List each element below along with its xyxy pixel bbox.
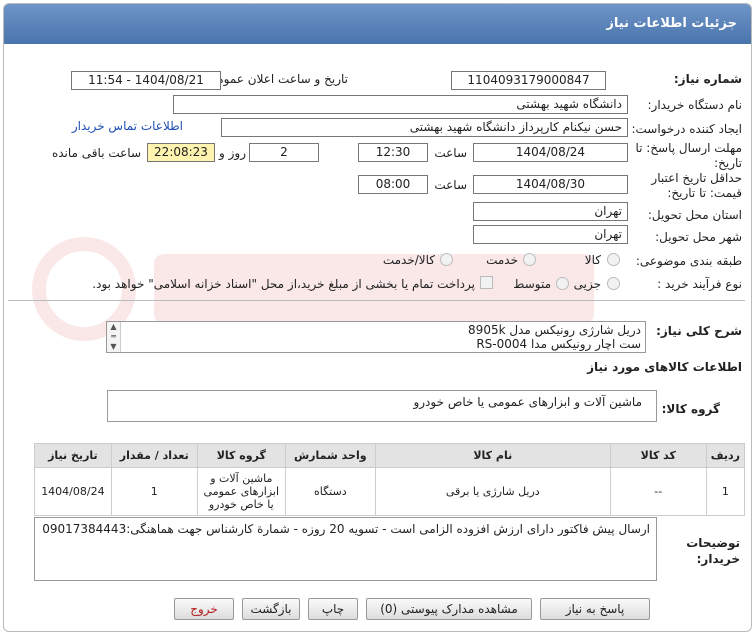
notes-label-2: خریدار: [696,552,740,566]
treasury-payment-checkbox[interactable] [480,276,493,289]
announce-label: تاریخ و ساعت اعلان عمومی: [203,72,348,86]
deadline-time-field: 12:30 [358,143,428,162]
deadline-time-label: ساعت [434,146,467,160]
items-table: ردیف کد کالا نام کالا واحد شمارش گروه کا… [34,443,746,516]
goods-group-label: گروه کالا: [661,402,720,416]
need-desc-label: شرح کلی نیاز: [656,324,742,338]
need-desc-line2: ست اچار رونیکس مدا RS-0004 [476,337,641,351]
need-number-field: 1104093179000847 [451,71,606,90]
validity-label-2: قیمت: تا تاریخ: [667,186,742,200]
category-option-goods-service: کالا/خدمت [382,253,435,267]
buyer-label: نام دستگاه خریدار: [647,98,743,112]
category-option-goods: کالا [584,253,601,267]
validity-time-label: ساعت [434,178,467,192]
notes-field: ارسال پیش فاکتور دارای ارزش افزوده الزام… [34,517,657,581]
cell-unit: دستگاه [284,467,376,516]
reply-button[interactable]: پاسخ به نیاز [540,598,650,620]
cell-group-line2: ابزارهای عمومی [203,485,280,498]
contact-buyer-link[interactable]: اطلاعات تماس خریدار [72,119,183,133]
cell-date: 1404/08/24 [34,467,112,516]
need-number-label: شماره نیاز: [673,72,742,86]
purchase-type-label: نوع فرآیند خرید : [657,277,742,291]
th-code: کد کالا [609,443,707,468]
cell-group-line1: ماشین آلات و [210,472,273,485]
cell-code: -- [609,467,707,516]
cell-qty: 1 [110,467,198,516]
deadline-label-2: تاریخ: [714,156,742,170]
th-index: ردیف [705,443,746,468]
creator-label: ایجاد کننده درخواست: [631,122,742,136]
notes-label: توضیحات [686,536,740,550]
deadline-label: مهلت ارسال پاسخ: تا [635,141,742,155]
goods-section-title: اطلاعات کالاهای مورد نیاز [587,360,742,374]
deadline-date-field: 1404/08/24 [473,143,628,162]
purchase-option-minor: جزیی [573,277,601,291]
category-radio-goods[interactable] [607,253,620,266]
page-header: جزئیات اطلاعات نیاز [4,4,751,44]
th-qty: تعداد / مقدار [110,443,198,468]
cell-group-line3: یا خاص خودرو [208,498,274,511]
days-label: روز و [219,146,246,160]
need-desc-line1: دریل شارژی رونیکس مدل 8905k [468,323,641,337]
remaining-time-field: 22:08:23 [147,143,215,162]
th-date: تاریخ نیاز [34,443,112,468]
category-option-service: خدمت [486,253,518,267]
back-button[interactable]: بازگشت [242,598,300,620]
creator-field: حسن نیکنام کارپرداز دانشگاه شهید بهشتی [221,118,628,137]
need-desc-textarea[interactable]: دریل شارژی رونیکس مدل 8905k ست اچار رونی… [106,321,646,353]
validity-time-field: 08:00 [358,175,428,194]
remaining-label: ساعت باقی مانده [51,146,141,160]
notes-text: ارسال پیش فاکتور دارای ارزش افزوده الزام… [42,522,650,536]
city-label: شهر محل تحویل: [655,230,742,244]
cell-group: ماشین آلات و ابزارهای عمومی یا خاص خودرو [196,467,286,516]
treasury-payment-note: پرداخت تمام یا بخشی از مبلغ خرید،از محل … [92,277,475,291]
print-button[interactable]: چاپ [308,598,358,620]
cell-index: 1 [705,467,746,516]
goods-group-value: ماشین آلات و ابزارهای عمومی یا خاص خودرو [413,395,642,409]
table-header-row: ردیف کد کالا نام کالا واحد شمارش گروه کا… [34,443,746,468]
page-title: جزئیات اطلاعات نیاز [606,16,737,31]
purchase-radio-minor[interactable] [607,277,620,290]
divider [8,300,745,301]
province-label: استان محل تحویل: [647,208,742,222]
goods-group-field: ماشین آلات و ابزارهای عمومی یا خاص خودرو [107,390,657,422]
purchase-option-medium: متوسط [513,277,551,291]
announce-field: 1404/08/21 - 11:54 [71,71,221,90]
details-panel: جزئیات اطلاعات نیاز شماره نیاز: 11040931… [3,3,752,632]
exit-button[interactable]: خروج [174,598,234,620]
purchase-radio-medium[interactable] [556,277,569,290]
th-group: گروه کالا [196,443,286,468]
days-field: 2 [249,143,319,162]
textarea-scrollbar[interactable]: ▲ ═ ▼ [107,322,121,352]
th-name: نام کالا [374,443,611,468]
city-field: تهران [473,225,628,244]
th-unit: واحد شمارش [284,443,376,468]
attachments-button[interactable]: مشاهده مدارک پیوستی (0) [366,598,532,620]
table-row: 1 -- دریل شارژی یا برقی دستگاه ماشین آلا… [34,467,746,516]
category-radio-goods-service[interactable] [440,253,453,266]
validity-label: حداقل تاریخ اعتبار [651,171,742,185]
cell-name: دریل شارژی یا برقی [374,467,611,516]
buyer-field: دانشگاه شهید بهشتی [173,95,628,114]
validity-date-field: 1404/08/30 [473,175,628,194]
province-field: تهران [473,202,628,221]
category-radio-service[interactable] [523,253,536,266]
category-label: طبقه بندی موضوعی: [635,254,742,268]
